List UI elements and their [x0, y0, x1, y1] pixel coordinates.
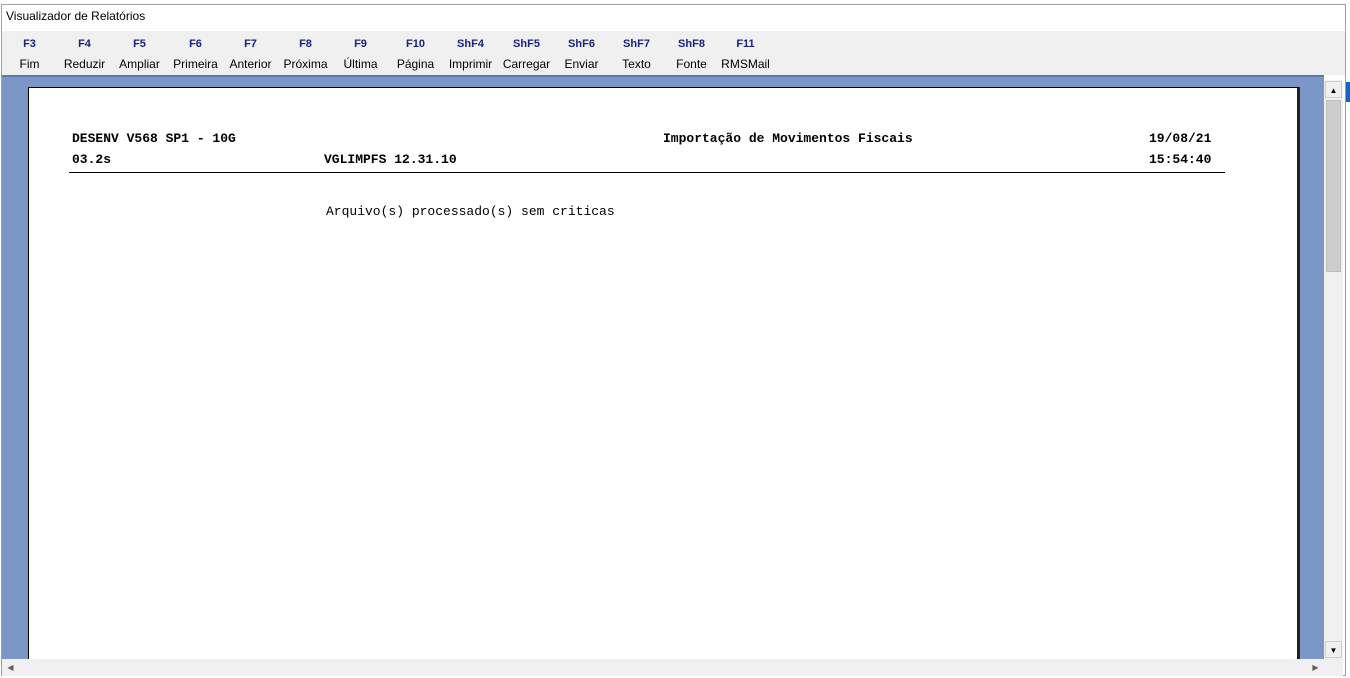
report-view-area[interactable]: DESENV V568 SP1 - 10G Importação de Movi…	[2, 75, 1324, 659]
texto-button[interactable]: ShF7 Texto	[609, 31, 664, 75]
key-label: ShF5	[513, 38, 540, 50]
ultima-button[interactable]: F9 Última	[333, 31, 388, 75]
button-label: Próxima	[283, 57, 328, 71]
button-label: Última	[343, 57, 378, 71]
rmsmail-button[interactable]: F11 RMSMail	[718, 31, 773, 75]
view-top-edge	[2, 75, 1324, 77]
report-page: DESENV V568 SP1 - 10G Importação de Movi…	[28, 87, 1300, 659]
button-label: Ampliar	[119, 57, 160, 71]
scroll-up-icon[interactable]: ▲	[1325, 81, 1342, 98]
key-label: ShF8	[678, 38, 705, 50]
key-label: F6	[189, 38, 202, 50]
function-key-toolbar: F3 Fim F4 Reduzir F5 Ampliar F6 Primeira…	[2, 31, 1345, 75]
imprimir-button[interactable]: ShF4 Imprimir	[443, 31, 498, 75]
title-bar[interactable]: Visualizador de Relatórios	[2, 5, 1345, 31]
button-label: Texto	[622, 57, 651, 71]
report-program: VGLIMPFS 12.31.10	[324, 152, 457, 167]
report-date: 19/08/21	[1149, 131, 1212, 146]
scrollbar-corner	[1324, 659, 1343, 676]
horizontal-scrollbar[interactable]: ◀ ▶	[2, 659, 1324, 676]
key-label: F3	[23, 38, 36, 50]
button-label: Carregar	[502, 57, 551, 71]
fonte-button[interactable]: ShF8 Fonte	[664, 31, 719, 75]
key-label: F4	[78, 38, 91, 50]
report-environment: DESENV V568 SP1 - 10G	[72, 131, 236, 146]
button-label: Fonte	[676, 57, 707, 71]
key-label: F8	[299, 38, 312, 50]
header-divider	[69, 172, 1225, 173]
window-title: Visualizador de Relatórios	[6, 9, 146, 23]
button-label: Página	[396, 57, 435, 71]
key-label: F5	[133, 38, 146, 50]
carregar-button[interactable]: ShF5 Carregar	[499, 31, 554, 75]
key-label: F9	[354, 38, 367, 50]
scroll-down-icon[interactable]: ▼	[1325, 641, 1342, 658]
button-label: Enviar	[564, 57, 599, 71]
anterior-button[interactable]: F7 Anterior	[223, 31, 278, 75]
pagina-button[interactable]: F10 Página	[388, 31, 443, 75]
proxima-button[interactable]: F8 Próxima	[278, 31, 333, 75]
report-time: 15:54:40	[1149, 152, 1212, 167]
primeira-button[interactable]: F6 Primeira	[168, 31, 223, 75]
button-label: Reduzir	[63, 57, 106, 71]
scroll-right-icon[interactable]: ▶	[1307, 659, 1324, 676]
enviar-button[interactable]: ShF6 Enviar	[554, 31, 609, 75]
button-label: Primeira	[173, 57, 218, 71]
fim-button[interactable]: F3 Fim	[2, 31, 57, 75]
key-label: F10	[406, 38, 425, 50]
report-title: Importação de Movimentos Fiscais	[663, 131, 913, 146]
report-message: Arquivo(s) processado(s) sem criticas	[326, 204, 615, 219]
key-label: ShF7	[623, 38, 650, 50]
ampliar-button[interactable]: F5 Ampliar	[112, 31, 167, 75]
reduzir-button[interactable]: F4 Reduzir	[57, 31, 112, 75]
key-label: F11	[736, 38, 755, 50]
button-label: RMSMail	[721, 57, 770, 71]
button-label: Imprimir	[448, 57, 493, 71]
report-viewer-window: Visualizador de Relatórios F3 Fim F4 Red…	[0, 0, 1350, 678]
accent-strip	[1346, 82, 1350, 102]
key-label: ShF6	[568, 38, 595, 50]
vertical-scrollbar[interactable]: ▲ ▼	[1324, 80, 1343, 659]
key-label: ShF4	[457, 38, 484, 50]
report-version-code: 03.2s	[72, 152, 112, 167]
vertical-scroll-thumb[interactable]	[1326, 100, 1341, 272]
button-label: Fim	[19, 57, 40, 71]
key-label: F7	[244, 38, 257, 50]
button-label: Anterior	[229, 57, 272, 71]
scroll-left-icon[interactable]: ◀	[2, 659, 19, 676]
